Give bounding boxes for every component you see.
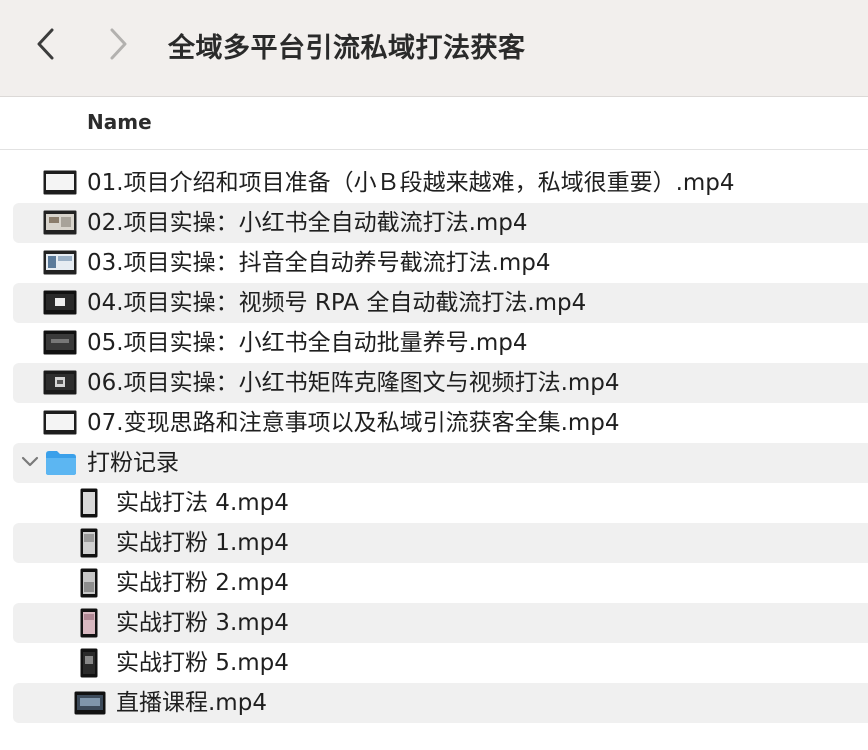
column-header-name[interactable]: Name: [87, 110, 152, 134]
file-row[interactable]: 实战打法 4.mp4: [13, 483, 868, 523]
finder-window: 全域多平台引流私域打法获客 Name 01.项目介绍和项目准备（小Ｂ段越来越难，…: [0, 0, 868, 750]
toolbar: 全域多平台引流私域打法获客: [0, 0, 868, 97]
video-thumbnail-icon: [43, 410, 77, 435]
video-thumbnail-icon: [43, 170, 77, 195]
file-name: 02.项目实操：小红书全自动截流打法.mp4: [87, 210, 528, 236]
file-name: 实战打粉 2.mp4: [116, 570, 289, 596]
window-title: 全域多平台引流私域打法获客: [168, 33, 526, 64]
chevron-down-icon[interactable]: [21, 456, 39, 468]
file-name: 实战打粉 5.mp4: [116, 650, 289, 676]
video-thumbnail-icon: [43, 290, 77, 315]
column-header: Name: [0, 97, 868, 150]
video-thumbnail-icon: [74, 691, 106, 715]
file-row[interactable]: 直播课程.mp4: [13, 683, 868, 723]
file-name: 实战打法 4.mp4: [116, 490, 289, 516]
file-name: 直播课程.mp4: [116, 690, 267, 716]
file-name: 05.项目实操：小红书全自动批量养号.mp4: [87, 330, 528, 356]
video-thumbnail-icon: [80, 528, 98, 558]
video-thumbnail-icon: [80, 488, 98, 518]
file-list: 01.项目介绍和项目准备（小Ｂ段越来越难，私域很重要）.mp4 02.项目实操：…: [0, 163, 868, 750]
file-row[interactable]: 04.项目实操：视频号 RPA 全自动截流打法.mp4: [13, 283, 868, 323]
file-row[interactable]: 06.项目实操：小红书矩阵克隆图文与视频打法.mp4: [13, 363, 868, 403]
back-button[interactable]: [26, 24, 66, 64]
file-name: 实战打粉 1.mp4: [116, 530, 289, 556]
video-thumbnail-icon: [80, 608, 98, 638]
file-name: 03.项目实操：抖音全自动养号截流打法.mp4: [87, 250, 551, 276]
folder-row[interactable]: 打粉记录: [13, 443, 868, 483]
file-name: 01.项目介绍和项目准备（小Ｂ段越来越难，私域很重要）.mp4: [87, 170, 735, 196]
file-row[interactable]: 01.项目介绍和项目准备（小Ｂ段越来越难，私域很重要）.mp4: [13, 163, 868, 203]
video-thumbnail-icon: [43, 210, 77, 235]
video-thumbnail-icon: [80, 648, 98, 678]
file-row[interactable]: 实战打粉 3.mp4: [13, 603, 868, 643]
chevron-left-icon: [37, 28, 54, 60]
file-name: 实战打粉 3.mp4: [116, 610, 289, 636]
file-name: 07.变现思路和注意事项以及私域引流获客全集.mp4: [87, 410, 620, 436]
folder-icon: [46, 451, 76, 475]
video-thumbnail-icon: [43, 250, 77, 275]
video-thumbnail-icon: [43, 330, 77, 355]
file-row[interactable]: 07.变现思路和注意事项以及私域引流获客全集.mp4: [13, 403, 868, 443]
file-name: 04.项目实操：视频号 RPA 全自动截流打法.mp4: [87, 290, 587, 316]
video-thumbnail-icon: [43, 370, 77, 395]
file-row[interactable]: 03.项目实操：抖音全自动养号截流打法.mp4: [13, 243, 868, 283]
file-name: 06.项目实操：小红书矩阵克隆图文与视频打法.mp4: [87, 370, 620, 396]
file-row[interactable]: 实战打粉 1.mp4: [13, 523, 868, 563]
file-row[interactable]: 05.项目实操：小红书全自动批量养号.mp4: [13, 323, 868, 363]
file-row[interactable]: 实战打粉 2.mp4: [13, 563, 868, 603]
forward-button[interactable]: [98, 24, 138, 64]
file-row[interactable]: 02.项目实操：小红书全自动截流打法.mp4: [13, 203, 868, 243]
chevron-right-icon: [110, 28, 127, 60]
folder-name: 打粉记录: [87, 450, 179, 476]
file-row[interactable]: 实战打粉 5.mp4: [13, 643, 868, 683]
video-thumbnail-icon: [80, 568, 98, 598]
